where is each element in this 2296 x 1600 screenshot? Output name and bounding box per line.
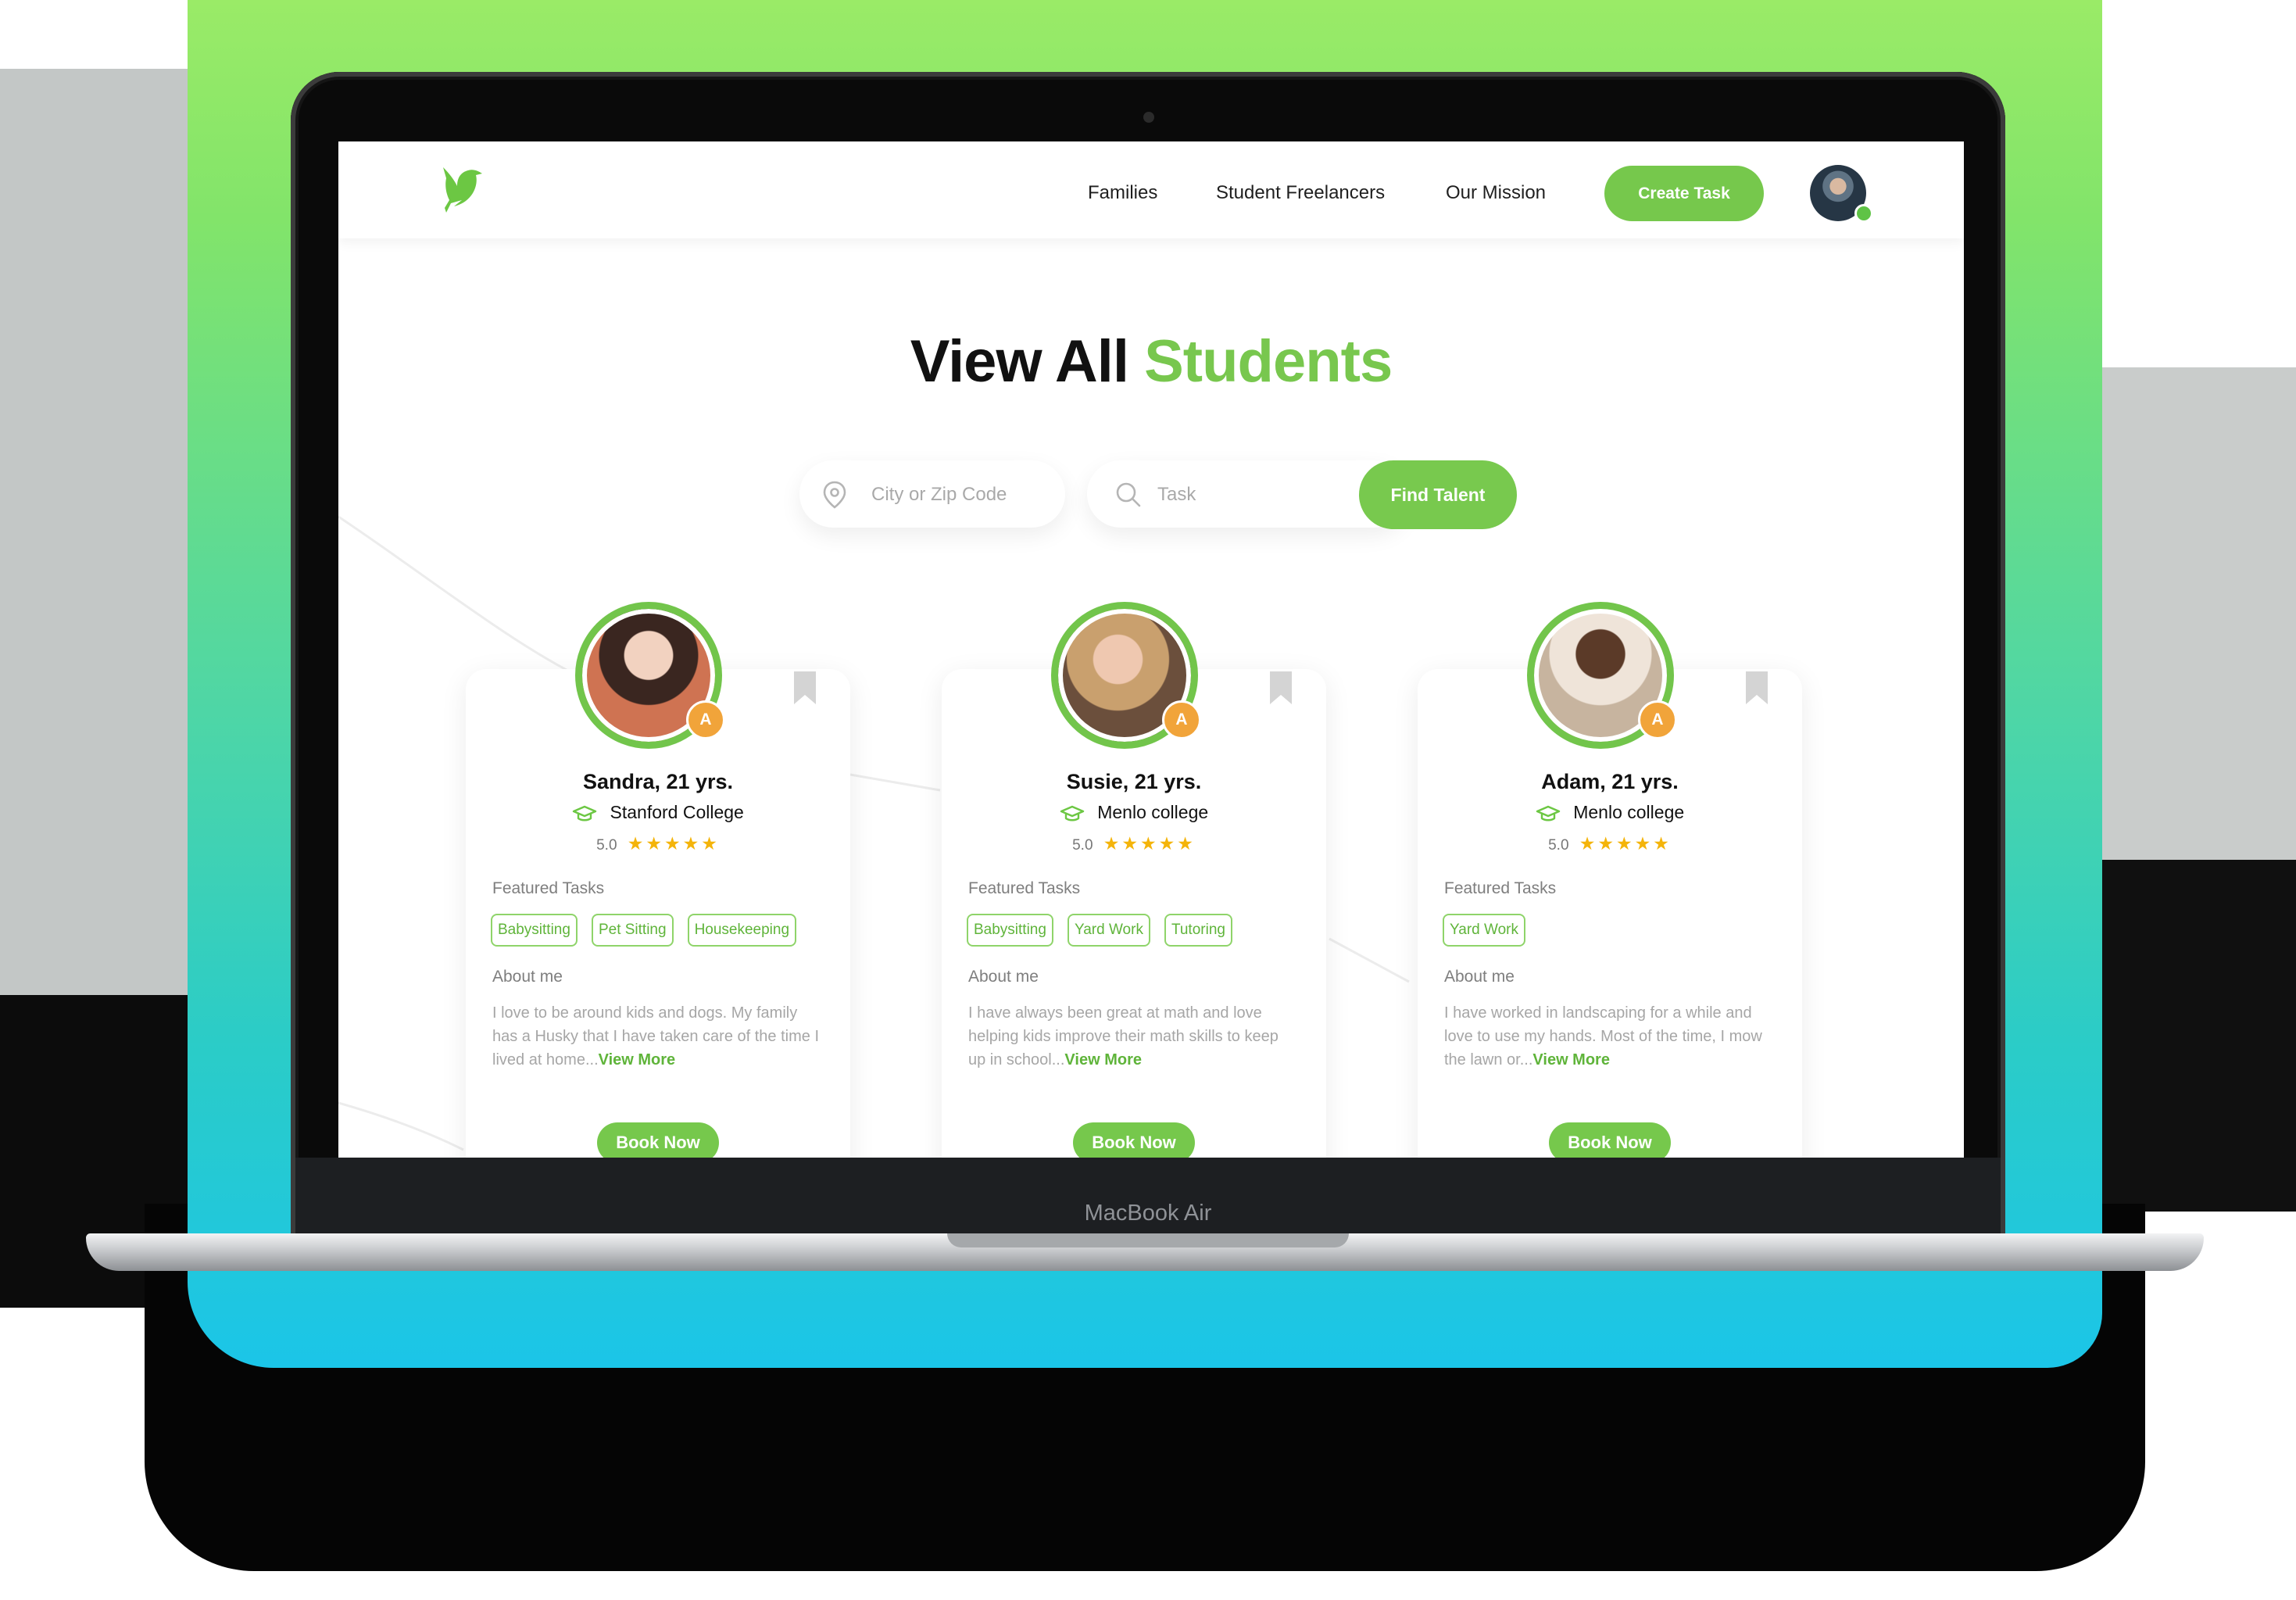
featured-tasks-label: Featured Tasks — [492, 879, 605, 897]
badge-icon: A — [1638, 700, 1677, 739]
bookmark-icon[interactable] — [794, 671, 816, 704]
background-right-dark — [2102, 860, 2296, 1212]
school-name: Menlo college — [1097, 802, 1209, 822]
bookmark-icon[interactable] — [1746, 671, 1768, 704]
about-text: I have worked in landscaping for a while… — [1444, 1001, 1776, 1072]
student-school: Menlo college — [1418, 802, 1802, 823]
about-text: I love to be around kids and dogs. My fa… — [492, 1001, 824, 1072]
featured-tasks-label: Featured Tasks — [1444, 879, 1557, 897]
about-me-label: About me — [492, 968, 563, 986]
location-search — [799, 460, 1065, 529]
camera-icon — [1143, 112, 1154, 123]
rating: 5.0 ★★★★★ — [466, 833, 850, 854]
rating-value: 5.0 — [1072, 837, 1093, 854]
task-tag[interactable]: Pet Sitting — [591, 914, 674, 947]
school-name: Stanford College — [610, 802, 744, 822]
student-card: A Sandra, 21 yrs. Stanford College 5.0 ★… — [466, 602, 850, 1158]
badge-icon: A — [686, 700, 725, 739]
about-text: I have always been great at math and lov… — [968, 1001, 1300, 1072]
app-screen: Families Student Freelancers Our Mission… — [338, 141, 1964, 1158]
background-left-gray — [0, 69, 195, 995]
page-title: View All Students — [338, 328, 1964, 396]
task-tag[interactable]: Tutoring — [1164, 914, 1232, 947]
task-tags: Babysitting Yard Work Tutoring — [967, 914, 1232, 947]
student-school: Menlo college — [942, 802, 1326, 823]
task-input[interactable] — [1156, 460, 1346, 529]
nav-families[interactable]: Families — [1088, 182, 1157, 204]
view-more-link[interactable]: View More — [599, 1051, 676, 1068]
task-tag[interactable]: Housekeeping — [687, 914, 797, 947]
task-tag[interactable]: Babysitting — [967, 914, 1053, 947]
book-now-button[interactable]: Book Now — [1549, 1122, 1671, 1158]
task-tags: Yard Work — [1443, 914, 1525, 947]
student-name: Sandra, 21 yrs. — [582, 770, 734, 793]
create-task-button[interactable]: Create Task — [1604, 166, 1764, 221]
task-tag[interactable]: Yard Work — [1443, 914, 1525, 947]
rating-value: 5.0 — [1548, 837, 1569, 854]
bird-logo-icon[interactable] — [438, 163, 487, 216]
about-me-label: About me — [1444, 968, 1515, 986]
laptop-chin — [295, 1158, 2001, 1239]
view-more-link[interactable]: View More — [1532, 1051, 1610, 1068]
city-zip-input[interactable] — [870, 460, 1053, 529]
student-card: A Susie, 21 yrs. Menlo college 5.0 ★★★★★… — [942, 602, 1326, 1158]
about-me-label: About me — [968, 968, 1039, 986]
featured-tasks-label: Featured Tasks — [968, 879, 1081, 897]
online-status-dot — [1854, 204, 1873, 223]
view-more-link[interactable]: View More — [1064, 1051, 1142, 1068]
graduation-cap-icon — [572, 805, 597, 821]
graduation-cap-icon — [1536, 805, 1561, 821]
student-school: Stanford College — [466, 802, 850, 823]
task-tags: Babysitting Pet Sitting Housekeeping — [491, 914, 797, 947]
rating-value: 5.0 — [596, 837, 617, 854]
task-tag[interactable]: Babysitting — [491, 914, 578, 947]
task-tag[interactable]: Yard Work — [1067, 914, 1150, 947]
search-icon — [1116, 482, 1141, 507]
star-icons: ★★★★★ — [1103, 833, 1196, 854]
rating: 5.0 ★★★★★ — [1418, 833, 1802, 854]
book-now-button[interactable]: Book Now — [597, 1122, 719, 1158]
device-label: MacBook Air — [1084, 1201, 1212, 1226]
top-navbar: Families Student Freelancers Our Mission… — [338, 141, 1964, 238]
rating: 5.0 ★★★★★ — [942, 833, 1326, 854]
student-name: Susie, 21 yrs. — [1066, 770, 1202, 793]
book-now-button[interactable]: Book Now — [1073, 1122, 1195, 1158]
find-talent-button[interactable]: Find Talent — [1359, 460, 1517, 529]
bookmark-icon[interactable] — [1270, 671, 1292, 704]
nav-student-freelancers[interactable]: Student Freelancers — [1216, 182, 1385, 204]
graduation-cap-icon — [1060, 805, 1085, 821]
student-card: A Adam, 21 yrs. Menlo college 5.0 ★★★★★ … — [1418, 602, 1802, 1158]
star-icons: ★★★★★ — [627, 833, 720, 854]
laptop-notch — [947, 1233, 1349, 1247]
title-main: View All — [910, 328, 1129, 395]
nav-our-mission[interactable]: Our Mission — [1446, 182, 1546, 204]
star-icons: ★★★★★ — [1579, 833, 1672, 854]
title-accent: Students — [1144, 328, 1393, 395]
location-pin-icon — [823, 481, 846, 509]
student-name: Adam, 21 yrs. — [1541, 770, 1679, 793]
badge-icon: A — [1162, 700, 1201, 739]
school-name: Menlo college — [1573, 802, 1685, 822]
